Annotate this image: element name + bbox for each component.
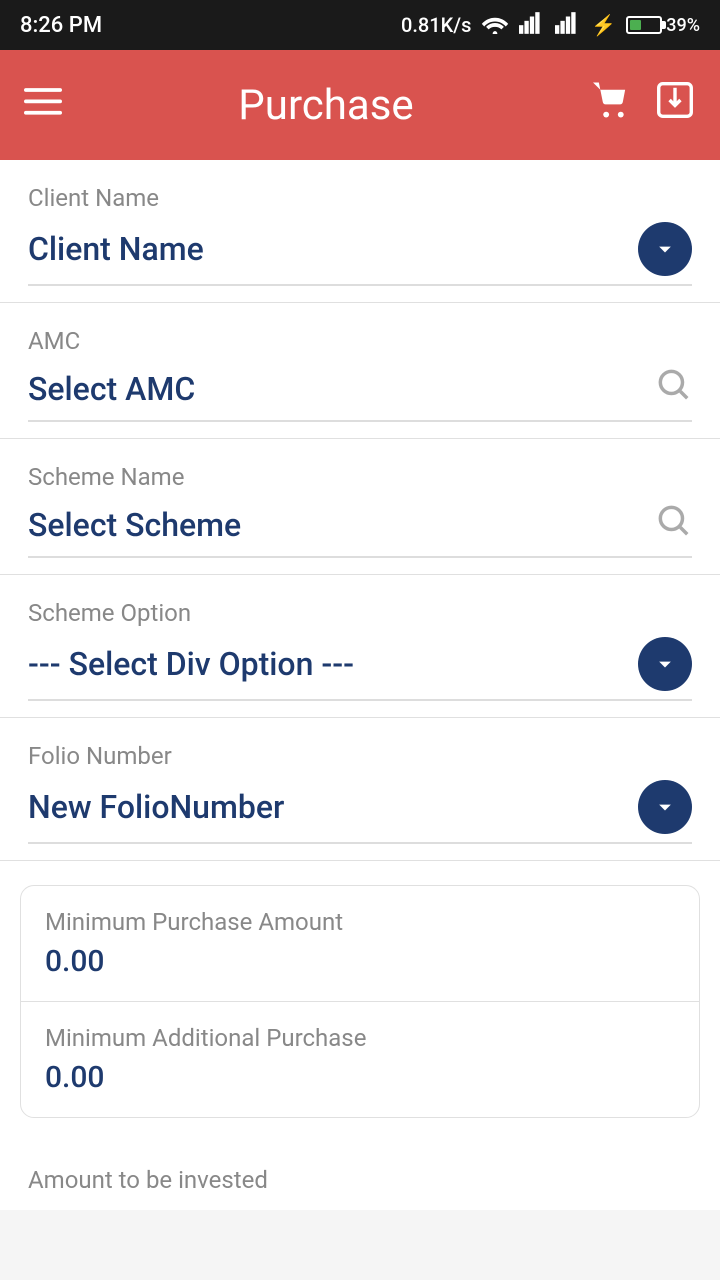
folio-number-section: Folio Number New FolioNumber <box>0 718 720 861</box>
scheme-option-section: Scheme Option --- Select Div Option --- <box>0 575 720 718</box>
scheme-search-icon[interactable] <box>654 501 692 548</box>
cart-icon[interactable] <box>590 81 634 129</box>
app-bar: Purchase <box>0 50 720 160</box>
min-additional-row: Minimum Additional Purchase 0.00 <box>21 1002 699 1117</box>
folio-number-dropdown[interactable] <box>638 780 692 834</box>
amount-section: Amount to be invested <box>0 1142 720 1210</box>
client-name-row[interactable]: Client Name <box>28 222 692 286</box>
min-purchase-row: Minimum Purchase Amount 0.00 <box>21 886 699 1002</box>
scheme-option-value: --- Select Div Option --- <box>28 645 354 683</box>
purchase-info-card: Minimum Purchase Amount 0.00 Minimum Add… <box>20 885 700 1118</box>
folio-number-value: New FolioNumber <box>28 788 284 826</box>
client-name-section: Client Name Client Name <box>0 160 720 303</box>
min-additional-value: 0.00 <box>45 1060 675 1095</box>
amc-section: AMC Select AMC <box>0 303 720 439</box>
folio-number-label: Folio Number <box>28 742 692 770</box>
amount-label: Amount to be invested <box>28 1166 692 1194</box>
min-additional-label: Minimum Additional Purchase <box>45 1024 675 1052</box>
client-name-label: Client Name <box>28 184 692 212</box>
folio-number-row[interactable]: New FolioNumber <box>28 780 692 844</box>
scheme-option-dropdown[interactable] <box>638 637 692 691</box>
min-purchase-label: Minimum Purchase Amount <box>45 908 675 936</box>
status-time: 8:26 PM <box>20 13 102 38</box>
charging-icon: ⚡ <box>591 13 616 37</box>
amc-label: AMC <box>28 327 692 355</box>
scheme-option-label: Scheme Option <box>28 599 692 627</box>
wifi-icon <box>481 12 509 39</box>
form-content: Client Name Client Name AMC Select AMC S… <box>0 160 720 1210</box>
signal2-icon <box>555 12 581 39</box>
amc-placeholder: Select AMC <box>28 370 195 408</box>
scheme-name-label: Scheme Name <box>28 463 692 491</box>
scheme-option-row[interactable]: --- Select Div Option --- <box>28 637 692 701</box>
battery-indicator: 39% <box>626 15 700 36</box>
scheme-name-row[interactable]: Select Scheme <box>28 501 692 558</box>
page-title: Purchase <box>82 81 570 130</box>
scheme-name-section: Scheme Name Select Scheme <box>0 439 720 575</box>
client-name-dropdown[interactable] <box>638 222 692 276</box>
scheme-name-placeholder: Select Scheme <box>28 506 241 544</box>
amc-row[interactable]: Select AMC <box>28 365 692 422</box>
min-purchase-value: 0.00 <box>45 944 675 979</box>
network-speed: 0.81K/s <box>401 13 471 37</box>
status-bar: 8:26 PM 0.81K/s <box>0 0 720 50</box>
amc-search-icon[interactable] <box>654 365 692 412</box>
menu-icon[interactable] <box>24 85 62 125</box>
battery-percent: 39% <box>666 15 700 36</box>
export-icon[interactable] <box>654 81 696 129</box>
client-name-value: Client Name <box>28 230 204 268</box>
signal-icon <box>519 12 545 39</box>
status-icons: 0.81K/s ⚡ <box>401 12 700 39</box>
